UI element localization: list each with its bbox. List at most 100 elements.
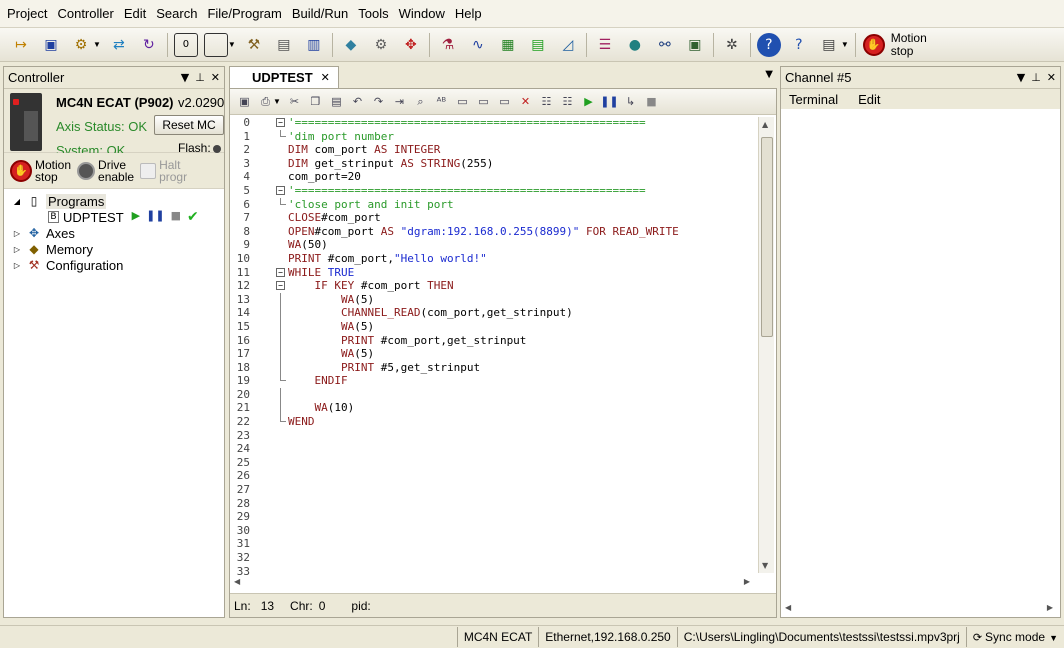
uncomment-icon[interactable]: ☷ xyxy=(559,93,576,111)
code-line[interactable]: 26 xyxy=(230,469,758,483)
scroll-down-icon[interactable]: ▼ xyxy=(762,561,768,570)
table-icon[interactable]: ▦ xyxy=(496,33,520,57)
stop-icon[interactable]: ■ xyxy=(171,209,181,225)
dropdown-caret-icon[interactable]: ▼ xyxy=(273,97,281,106)
scroll-thumb[interactable] xyxy=(761,137,773,337)
menu-search[interactable]: Search xyxy=(151,0,202,28)
list-icon[interactable]: ☰ xyxy=(593,33,617,57)
tree-item-axes[interactable]: ▷ ✥ Axes xyxy=(4,225,224,241)
terminal-zero-icon[interactable]: 0 xyxy=(173,32,198,57)
pin-icon[interactable]: ⊥ xyxy=(1031,71,1041,84)
code-line[interactable]: 14 CHANNEL_READ(com_port,get_strinput) xyxy=(230,306,758,320)
bookmark-next-icon[interactable]: ▭ xyxy=(475,93,492,111)
plc-icon[interactable]: ⚯ xyxy=(653,33,677,57)
bookmark-clear-icon[interactable]: ✕ xyxy=(517,93,534,111)
parameters-icon[interactable]: ▤ xyxy=(272,33,296,57)
dropdown-caret-icon[interactable]: ▼ xyxy=(93,40,101,49)
halt-programs-button[interactable]: Halt progr xyxy=(140,159,187,183)
pin-icon[interactable]: ⊥ xyxy=(195,71,205,84)
expand-arrow-icon[interactable]: ▷ xyxy=(12,245,22,254)
terminal-output[interactable] xyxy=(783,113,1053,603)
bookmark-prev-icon[interactable]: ▭ xyxy=(496,93,513,111)
paste-icon[interactable]: ▤ xyxy=(328,93,345,111)
code-line[interactable]: 1 'dim port number xyxy=(230,129,758,144)
tree-item-programs[interactable]: ◢ ▯ Programs xyxy=(4,193,224,209)
robot-icon[interactable]: ◆ xyxy=(339,33,363,57)
tab-list-icon[interactable]: ▼ xyxy=(765,69,773,80)
graph-icon[interactable]: ◿ xyxy=(556,33,580,57)
code-line[interactable]: 11 − WHILE TRUE xyxy=(230,266,758,280)
code-line[interactable]: 3 DIM get_strinput AS STRING(255) xyxy=(230,157,758,171)
code-line[interactable]: 24 xyxy=(230,442,758,456)
panel-menu-icon[interactable]: ▼ xyxy=(181,71,189,84)
vertical-scrollbar[interactable]: ▲ ▼ xyxy=(758,117,774,573)
code-line[interactable]: 18 PRINT #5,get_strinput xyxy=(230,360,758,375)
fold-toggle-icon[interactable]: − xyxy=(276,281,285,291)
bookmark-icon[interactable]: ▭ xyxy=(454,93,471,111)
menu-edit[interactable]: Edit xyxy=(858,92,880,107)
copy-icon[interactable]: ❐ xyxy=(307,93,324,111)
scope-icon[interactable]: ∿ xyxy=(466,33,490,57)
step-icon[interactable]: ↳ xyxy=(622,93,639,111)
screen-icon[interactable]: ▣ xyxy=(683,33,707,57)
cut-icon[interactable]: ✂ xyxy=(286,93,303,111)
scroll-up-icon[interactable]: ▲ xyxy=(762,120,768,129)
code-line[interactable]: 9 WA(50) xyxy=(230,238,758,252)
redo-icon[interactable]: ↷ xyxy=(370,93,387,111)
table-green-icon[interactable]: ▤ xyxy=(526,33,550,57)
code-line[interactable]: 27 xyxy=(230,483,758,497)
help-icon[interactable]: ? xyxy=(756,32,781,57)
gear-assembly-icon[interactable]: ⚙ xyxy=(369,33,393,57)
code-line[interactable]: 15 WA(5) xyxy=(230,319,758,334)
drive-enable-button[interactable]: Drive enable xyxy=(77,159,134,183)
fold-toggle-icon[interactable]: − xyxy=(276,185,285,195)
sync-mode-dropdown[interactable]: ⟳ Sync mode ▼ xyxy=(965,626,1064,647)
save-icon[interactable]: ▣ xyxy=(39,33,63,57)
tools-icon[interactable]: ⚒ xyxy=(242,33,266,57)
horizontal-scrollbar[interactable]: ◀ ▶ xyxy=(781,603,1059,615)
tree-item-udptest[interactable]: B UDPTEST ▶ ❚❚ ■ ✔ xyxy=(4,209,224,225)
code-line[interactable]: 17 WA(5) xyxy=(230,347,758,361)
code-area[interactable]: 0− '=====================================… xyxy=(230,116,758,576)
close-tab-icon[interactable]: ✕ xyxy=(321,71,330,84)
reset-icon[interactable]: ↻ xyxy=(137,33,161,57)
horizontal-scrollbar[interactable]: ◀ ▶ xyxy=(230,577,758,589)
code-line[interactable]: 10 PRINT #com_port,"Hello world!" xyxy=(230,252,758,266)
code-line[interactable]: 23 xyxy=(230,429,758,443)
scroll-left-icon[interactable]: ◀ xyxy=(234,577,240,586)
tab-udptest[interactable]: UDPTEST ✕ xyxy=(229,66,339,88)
find-icon[interactable]: ⌕ xyxy=(412,93,429,111)
window-icon[interactable] xyxy=(203,32,228,57)
dropdown-caret-icon[interactable]: ▼ xyxy=(228,40,236,49)
comment-icon[interactable]: ☷ xyxy=(538,93,555,111)
code-line[interactable]: 5 − '=====================================… xyxy=(230,184,758,198)
menu-file-program[interactable]: File/Program xyxy=(202,0,286,28)
menu-terminal[interactable]: Terminal xyxy=(789,92,838,107)
tree-item-configuration[interactable]: ▷ ⚒ Configuration xyxy=(4,257,224,273)
code-line[interactable]: 13 WA(5) xyxy=(230,292,758,307)
save-icon[interactable]: ▣ xyxy=(236,93,253,111)
transfer-icon[interactable]: ⇄ xyxy=(107,33,131,57)
menu-edit[interactable]: Edit xyxy=(119,0,151,28)
code-line[interactable]: 16 PRINT #com_port,get_strinput xyxy=(230,333,758,348)
expand-arrow-icon[interactable]: ▷ xyxy=(12,261,22,270)
scroll-right-icon[interactable]: ▶ xyxy=(1047,603,1053,612)
run-icon[interactable]: ▶ xyxy=(580,93,597,111)
scroll-left-icon[interactable]: ◀ xyxy=(785,603,791,612)
code-line[interactable]: 12 − IF KEY #com_port THEN xyxy=(230,279,758,293)
help-document-icon[interactable]: ? xyxy=(787,33,811,57)
code-line[interactable]: 21 WA(10) xyxy=(230,401,758,416)
code-line[interactable]: 32 xyxy=(230,551,758,565)
axis-move-icon[interactable]: ✥ xyxy=(399,33,423,57)
code-line[interactable]: 8 OPEN#com_port AS "dgram:192.168.0.255(8… xyxy=(230,225,758,239)
vr-badge-icon[interactable]: ● xyxy=(623,33,647,57)
settings-gear-icon[interactable]: ✲ xyxy=(720,33,744,57)
expand-arrow-icon[interactable]: ▷ xyxy=(12,229,22,238)
motion-stop-button[interactable]: ✋ Motion stop xyxy=(10,159,71,183)
code-line[interactable]: 22 WEND xyxy=(230,415,758,429)
indent-icon[interactable]: ⇥ xyxy=(391,93,408,111)
code-line[interactable]: 19 ENDIF xyxy=(230,374,758,388)
pause-icon[interactable]: ❚❚ xyxy=(146,209,164,225)
code-line[interactable]: 2 DIM com_port AS INTEGER xyxy=(230,143,758,157)
menu-tools[interactable]: Tools xyxy=(353,0,393,28)
